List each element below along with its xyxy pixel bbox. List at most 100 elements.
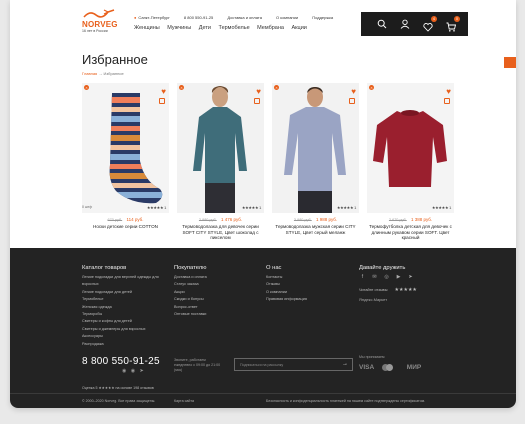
logo-tagline: 16 лет в России bbox=[82, 29, 108, 33]
footer-link[interactable]: Доставка и оплата bbox=[174, 274, 207, 281]
nav-membrane[interactable]: Мембрана bbox=[257, 25, 284, 31]
social-links: f ✉ ◎ ▶ ➤ bbox=[359, 274, 417, 281]
favorite-heart-icon[interactable]: ♥ bbox=[161, 88, 166, 96]
favorite-heart-icon[interactable]: ♥ bbox=[256, 88, 261, 96]
instagram-icon[interactable]: ◎ bbox=[383, 274, 390, 281]
header-icon-bar: 4 0 bbox=[361, 12, 468, 36]
product-rating: ★★★★★ 1 bbox=[146, 205, 166, 210]
floating-action-button[interactable] bbox=[504, 57, 516, 68]
footer-catalog-title: Каталог товаров bbox=[82, 265, 127, 271]
store-rating: Оценка 5 ★★★★★ на основе 198 отзывов bbox=[82, 386, 154, 390]
old-price: 3 980 руб. bbox=[293, 218, 312, 222]
product-prices: 670 руб. 114 руб. bbox=[82, 217, 169, 222]
reviews-block[interactable]: Читайте отзывы ★★★★★ Яндекс.Маркет bbox=[359, 287, 417, 304]
viber-icon[interactable]: ◉ bbox=[131, 368, 135, 374]
nav-women[interactable]: Женщины bbox=[134, 25, 160, 31]
remove-icon[interactable]: × bbox=[179, 85, 184, 90]
product-prices: 3 980 руб. 1 988 руб. bbox=[272, 217, 359, 222]
product-name[interactable]: Термофутболка детская для девочек с длин… bbox=[367, 224, 454, 241]
man-model-image bbox=[272, 83, 359, 213]
old-price: 670 руб. bbox=[107, 218, 123, 222]
product-rating: ★★★★★ 1 bbox=[431, 205, 451, 210]
footer-link[interactable]: Вопрос-ответ bbox=[174, 304, 207, 311]
subscribe-placeholder: Подписаться на рассылку bbox=[240, 363, 284, 367]
footer-link[interactable]: Отзывы bbox=[266, 281, 307, 288]
footer-link[interactable]: Оптовые поставки bbox=[174, 311, 207, 318]
top-bar: ● Санкт-Петербург 8 800 550-91-25 Доставк… bbox=[134, 15, 346, 20]
footer-link[interactable]: Распродажа bbox=[82, 341, 170, 348]
reviews-label: Читайте отзывы bbox=[359, 288, 388, 292]
browser-frame: NORVEG 16 лет в России ● Санкт-Петербург … bbox=[10, 0, 516, 408]
footer-link[interactable]: Контакты bbox=[266, 274, 307, 281]
product-image[interactable]: × ♥ bbox=[272, 83, 359, 213]
favorite-heart-icon[interactable]: ♥ bbox=[351, 88, 356, 96]
remove-icon[interactable]: × bbox=[369, 85, 374, 90]
footer-link[interactable]: Женская одежда bbox=[82, 304, 170, 311]
footer-link[interactable]: Аксессуары bbox=[82, 333, 170, 340]
size-icon bbox=[444, 98, 450, 104]
footer-social: Давайте дружить f ✉ ◎ ▶ ➤ Читайте отзывы… bbox=[359, 264, 417, 304]
site-footer: Каталог товаров Легкие подкладки для вер… bbox=[10, 248, 516, 408]
breadcrumb-home[interactable]: Главная bbox=[82, 71, 97, 76]
product-image[interactable]: × ♥ bbox=[82, 83, 169, 213]
payment-label: Мы принимаем bbox=[359, 355, 385, 359]
footer-social-title: Давайте дружить bbox=[359, 265, 406, 271]
footer-link[interactable]: О компании bbox=[266, 289, 307, 296]
cart-button[interactable]: 0 bbox=[446, 16, 460, 32]
size-icon bbox=[254, 98, 260, 104]
search-icon[interactable] bbox=[377, 19, 387, 29]
footer-link[interactable]: Легкие подкладки для детей bbox=[82, 289, 170, 296]
product-name[interactable]: Носки детские серии COTTON bbox=[82, 224, 169, 230]
breadcrumb-current: Избранное bbox=[103, 71, 124, 76]
city-selector[interactable]: ● Санкт-Петербург bbox=[134, 15, 170, 20]
footer-link[interactable]: Свитеры и кофты для детей bbox=[82, 318, 170, 325]
arrow-right-icon[interactable]: → bbox=[342, 361, 348, 367]
page-title: Избранное bbox=[82, 52, 148, 67]
youtube-icon[interactable]: ▶ bbox=[395, 274, 402, 281]
visa-logo: VISA bbox=[359, 364, 375, 372]
favorites-button[interactable]: 4 bbox=[423, 16, 437, 32]
link-delivery[interactable]: Доставка и оплата bbox=[227, 15, 262, 20]
whatsapp-icon[interactable]: ◉ bbox=[122, 368, 126, 374]
nav-sale[interactable]: Акции bbox=[291, 25, 306, 31]
footer-link[interactable]: Свитеры и джемперы для взрослых bbox=[82, 326, 170, 333]
site-header: NORVEG 16 лет в России ● Санкт-Петербург … bbox=[10, 0, 516, 44]
link-about[interactable]: О компании bbox=[276, 15, 298, 20]
remove-icon[interactable]: × bbox=[274, 85, 279, 90]
footer-link[interactable]: Скидки и бонусы bbox=[174, 296, 207, 303]
subscribe-input[interactable]: Подписаться на рассылку → bbox=[234, 358, 353, 371]
new-price: 1 988 руб. bbox=[315, 217, 338, 222]
footer-phone[interactable]: 8 800 550-91-25 bbox=[82, 356, 160, 367]
sitemap-link[interactable]: Карта сайта bbox=[174, 399, 194, 403]
product-image[interactable]: × ♥ bbox=[367, 83, 454, 213]
favorite-heart-icon[interactable]: ♥ bbox=[446, 88, 451, 96]
footer-link[interactable]: Правовая информация bbox=[266, 296, 307, 303]
user-icon[interactable] bbox=[400, 19, 410, 29]
link-support[interactable]: Поддержка bbox=[312, 15, 333, 20]
logo-text: NORVEG bbox=[82, 20, 118, 29]
vk-icon[interactable]: ✉ bbox=[371, 274, 378, 281]
footer-link[interactable]: Термобелье bbox=[82, 296, 170, 303]
logo[interactable]: NORVEG 16 лет в России bbox=[82, 8, 118, 34]
product-rating: ★★★★★ 1 bbox=[336, 205, 356, 210]
product-rating: ★★★★★ 1 bbox=[241, 205, 261, 210]
product-name[interactable]: Термоводолазка для девочек серии SOFT CI… bbox=[177, 224, 264, 241]
nav-thermal[interactable]: Термобелье bbox=[219, 25, 250, 31]
telegram-icon[interactable]: ➤ bbox=[140, 368, 144, 374]
old-price: 2 980 руб. bbox=[198, 218, 217, 222]
product-name[interactable]: Термоводолазка мужская серии CITY STYLE,… bbox=[272, 224, 359, 235]
product-image[interactable]: × ♥ bbox=[177, 83, 264, 213]
footer-link[interactable]: Статус заказа bbox=[174, 281, 207, 288]
red-shirt-image bbox=[367, 83, 454, 213]
nav-men[interactable]: Мужчины bbox=[167, 25, 191, 31]
copyright: © 2000–2020 Norveg. Все права защищены. bbox=[82, 399, 156, 403]
telegram-icon[interactable]: ➤ bbox=[407, 274, 414, 281]
facebook-icon[interactable]: f bbox=[359, 274, 366, 281]
remove-icon[interactable]: × bbox=[84, 85, 89, 90]
header-phone[interactable]: 8 800 550-91-25 bbox=[184, 15, 213, 20]
footer-link[interactable]: Легкие подкладки для верхней одежды для … bbox=[82, 274, 170, 289]
location-pin-icon: ● bbox=[134, 15, 137, 20]
nav-kids[interactable]: Дети bbox=[199, 25, 211, 31]
footer-link[interactable]: Акции bbox=[174, 289, 207, 296]
footer-link[interactable]: Терморобы bbox=[82, 311, 170, 318]
